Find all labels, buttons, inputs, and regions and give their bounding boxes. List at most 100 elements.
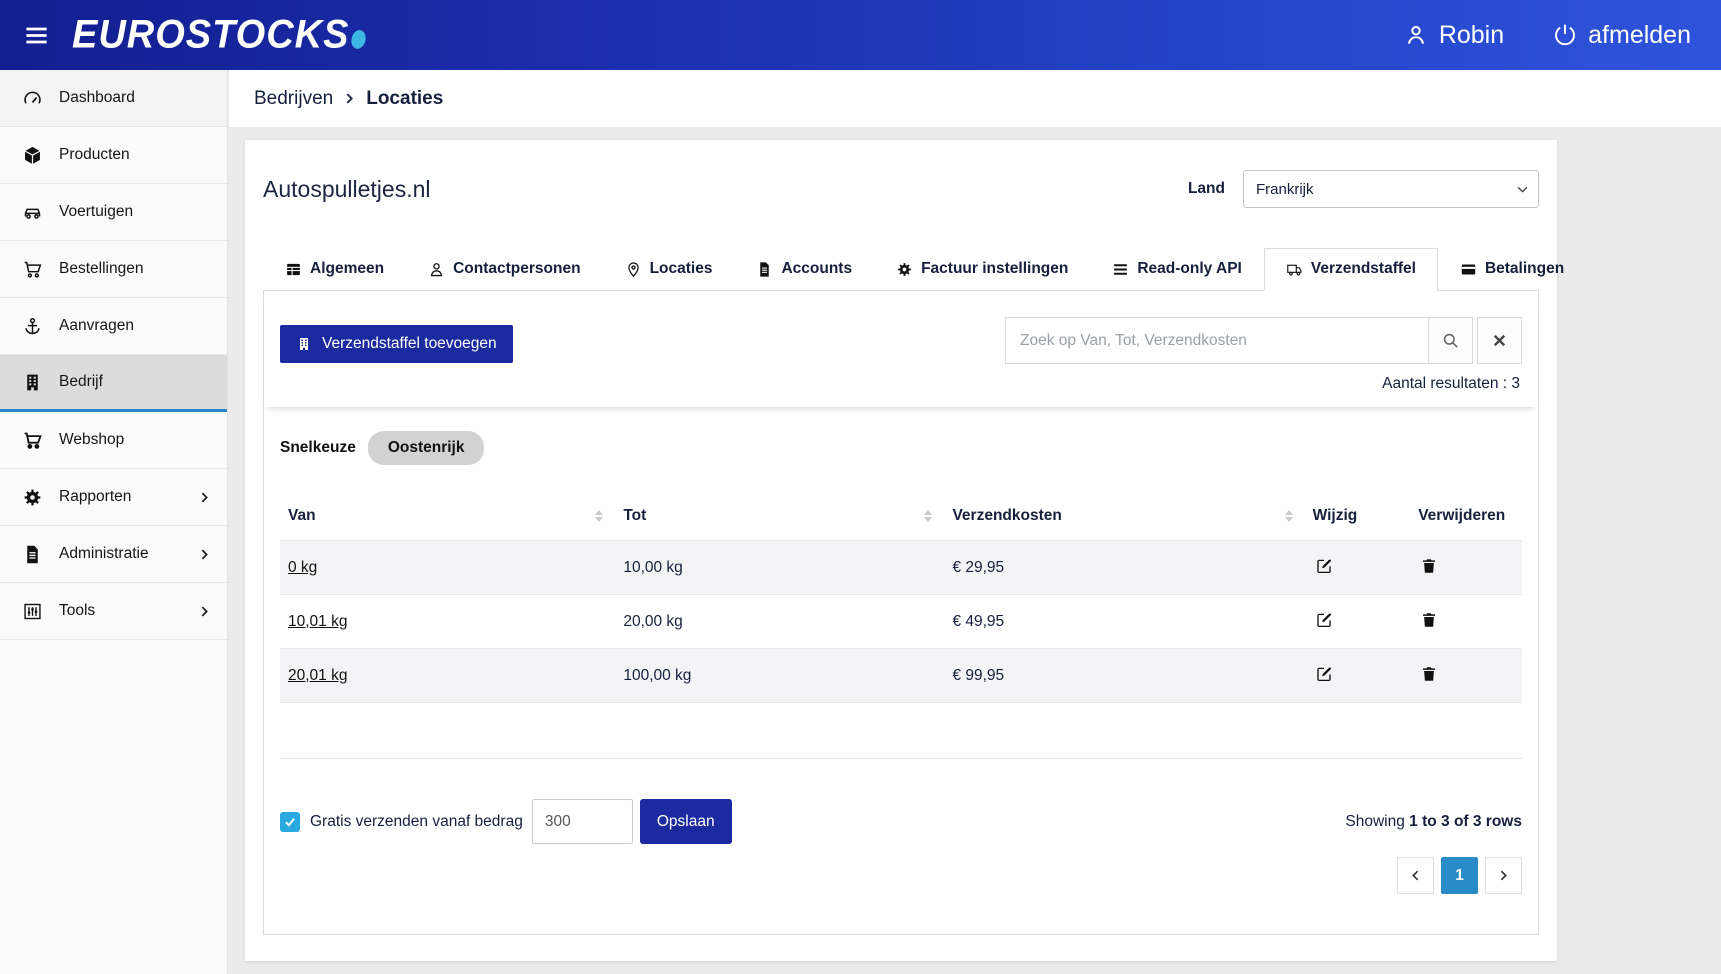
sidebar-item-voertuigen[interactable]: Voertuigen: [0, 184, 227, 241]
edit-button[interactable]: [1313, 609, 1335, 631]
tab-accounts[interactable]: Accounts: [734, 248, 874, 291]
sidebar-item-aanvragen[interactable]: Aanvragen: [0, 298, 227, 355]
column-header-wijzig: Wijzig: [1305, 492, 1411, 541]
tab-label: Contactpersonen: [453, 260, 580, 278]
results-count: Aantal resultaten : 3: [1382, 375, 1522, 393]
truck-icon: [1286, 261, 1303, 278]
country-select[interactable]: Frankrijk: [1243, 170, 1539, 208]
chevron-right-icon: [198, 548, 211, 561]
chevron-right-icon: [1497, 869, 1510, 882]
x-icon: [1490, 331, 1509, 350]
sidebar-item-producten[interactable]: Producten: [0, 127, 227, 184]
tab-label: Read-only API: [1137, 260, 1242, 278]
quick-select-oostenrijk[interactable]: Oostenrijk: [368, 431, 485, 465]
sidebar: Dashboard Producten Voertuigen Bestellin…: [0, 70, 228, 974]
user-menu[interactable]: Robin: [1403, 21, 1504, 50]
card-header: Autospulletjes.nl Land Frankrijk: [245, 140, 1557, 208]
free-shipping-label: Gratis verzenden vanaf bedrag: [310, 813, 523, 831]
search-button[interactable]: [1428, 317, 1473, 364]
sidebar-item-label: Bedrijf: [59, 373, 103, 391]
toolbar: Verzendstaffel toevoegen: [264, 291, 1538, 407]
sidebar-item-label: Producten: [59, 146, 130, 164]
amount-input[interactable]: [532, 799, 633, 844]
breadcrumb-parent[interactable]: Bedrijven: [254, 88, 333, 110]
delete-button[interactable]: [1418, 555, 1440, 577]
tab-contactpersonen[interactable]: Contactpersonen: [406, 248, 602, 291]
navbar-right: Robin afmelden: [1403, 21, 1721, 50]
building-icon: [296, 336, 312, 352]
brand-dot: [350, 28, 368, 50]
trash-icon: [1420, 611, 1438, 629]
van-link[interactable]: 0 kg: [288, 559, 317, 576]
column-header-verzendkosten[interactable]: Verzendkosten: [944, 492, 1304, 541]
tot-value: 100,00 kg: [615, 649, 944, 703]
chevron-right-icon: [198, 491, 211, 504]
tab-content-verzendstaffel: Verzendstaffel toevoegen: [263, 291, 1539, 935]
delete-button[interactable]: [1418, 609, 1440, 631]
tab-label: Betalingen: [1485, 260, 1564, 278]
next-page-button[interactable]: [1485, 857, 1522, 894]
van-link[interactable]: 20,01 kg: [288, 667, 347, 684]
breadcrumb: Bedrijven Locaties: [229, 70, 1721, 127]
column-header-verwijderen: Verwijderen: [1410, 492, 1522, 541]
sidebar-item-webshop[interactable]: Webshop: [0, 412, 227, 469]
delete-button[interactable]: [1418, 663, 1440, 685]
sidebar-item-bedrijf[interactable]: Bedrijf: [0, 355, 227, 412]
edit-button[interactable]: [1313, 555, 1335, 577]
column-header-van[interactable]: Van: [280, 492, 615, 541]
sidebar-item-bestellingen[interactable]: Bestellingen: [0, 241, 227, 298]
edit-button[interactable]: [1313, 663, 1335, 685]
file-icon: [756, 261, 773, 278]
table-section: Snelkeuze Oostenrijk Van: [264, 407, 1538, 934]
table-row: 0 kg 10,00 kg € 29,95: [280, 541, 1522, 595]
tab-betalingen[interactable]: Betalingen: [1438, 248, 1586, 291]
page-1-button[interactable]: 1: [1441, 857, 1478, 894]
add-verzendstaffel-button[interactable]: Verzendstaffel toevoegen: [280, 325, 513, 363]
sidebar-item-rapporten[interactable]: Rapporten: [0, 469, 227, 526]
sidebar-item-dashboard[interactable]: Dashboard: [0, 70, 227, 127]
search-input[interactable]: [1005, 317, 1429, 364]
sidebar-item-tools[interactable]: Tools: [0, 583, 227, 640]
van-link[interactable]: 10,01 kg: [288, 613, 347, 630]
showing-text: Showing 1 to 3 of 3 rows: [1345, 813, 1522, 831]
sort-icon[interactable]: [924, 506, 932, 526]
cube-icon: [22, 145, 43, 166]
tab-label: Accounts: [781, 260, 852, 278]
card-icon: [1460, 261, 1477, 278]
tab-verzendstaffel[interactable]: Verzendstaffel: [1264, 248, 1438, 291]
tab-algemeen[interactable]: Algemeen: [263, 248, 406, 291]
column-header-tot[interactable]: Tot: [615, 492, 944, 541]
user-name: Robin: [1439, 21, 1504, 50]
brand-logo[interactable]: EUROSTOCKS: [72, 14, 366, 57]
sort-icon[interactable]: [595, 506, 603, 526]
gear-icon: [22, 487, 43, 508]
menu-icon: [23, 22, 50, 49]
section-divider: [280, 758, 1522, 759]
menu-button[interactable]: [0, 0, 72, 70]
pencil-square-icon: [1315, 611, 1333, 629]
sidebar-item-label: Bestellingen: [59, 260, 143, 278]
sidebar-item-label: Dashboard: [59, 89, 135, 107]
sort-icon[interactable]: [1285, 506, 1293, 526]
sidebar-item-administratie[interactable]: Administratie: [0, 526, 227, 583]
country-label: Land: [1188, 180, 1225, 198]
main-content: Bedrijven Locaties Autospulletjes.nl Lan…: [229, 70, 1721, 961]
page-title: Autospulletjes.nl: [263, 176, 431, 203]
sidebar-item-label: Administratie: [59, 545, 149, 563]
verzendstaffel-table: Van Tot Verzendkosten Wijzig Verwijderen: [280, 492, 1522, 703]
kosten-value: € 49,95: [944, 595, 1304, 649]
tot-value: 10,00 kg: [615, 541, 944, 595]
tab-read-only-api[interactable]: Read-only API: [1090, 248, 1264, 291]
page-area: Autospulletjes.nl Land Frankrijk: [229, 127, 1721, 961]
chevron-right-icon: [198, 605, 211, 618]
free-shipping-checkbox[interactable]: [280, 812, 300, 832]
clear-search-button[interactable]: [1477, 317, 1522, 364]
tab-locaties[interactable]: Locaties: [603, 248, 735, 291]
save-button[interactable]: Opslaan: [640, 799, 732, 844]
table-icon: [285, 261, 302, 278]
prev-page-button[interactable]: [1397, 857, 1434, 894]
logout-button[interactable]: afmelden: [1552, 21, 1691, 50]
cart-icon: [22, 430, 43, 451]
tab-factuur-instellingen[interactable]: Factuur instellingen: [874, 248, 1090, 291]
search-icon: [1441, 331, 1460, 350]
